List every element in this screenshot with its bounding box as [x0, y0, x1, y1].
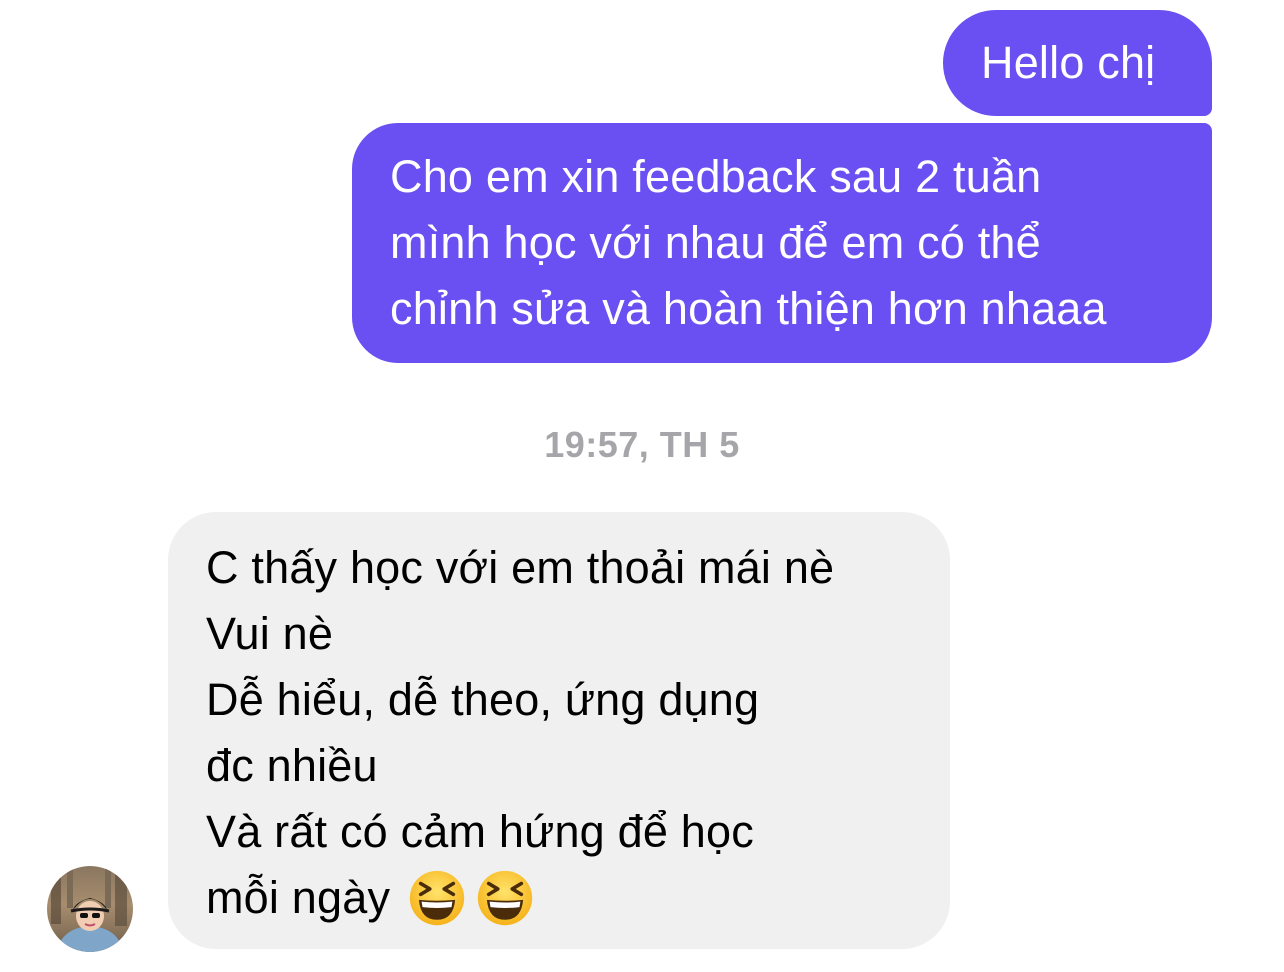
message-text: mình học với nhau để em có thể: [390, 217, 1041, 268]
message-text: Cho em xin feedback sau 2 tuần: [390, 151, 1042, 202]
avatar-photo: [47, 866, 133, 952]
message-text: Vui nè: [206, 608, 334, 659]
sent-message-bubble[interactable]: Hello chị: [943, 10, 1212, 116]
message-text: mỗi ngày: [206, 872, 391, 923]
received-message-bubble[interactable]: C thấy học với em thoải mái nè Vui nè Dễ…: [168, 512, 950, 949]
grinning-squinting-face-icon: [410, 870, 465, 926]
message-text: đc nhiều: [206, 740, 378, 791]
message-text: Hello chị: [981, 37, 1156, 88]
message-text: C thấy học với em thoải mái nè: [206, 542, 835, 593]
message-text: chỉnh sửa và hoàn thiện hơn nhaaa: [390, 283, 1107, 334]
message-timestamp: 19:57, TH 5: [544, 424, 740, 465]
grinning-squinting-face-icon: [478, 870, 533, 926]
message-line-with-emoji: mỗi ngày: [206, 865, 930, 931]
sent-message-bubble[interactable]: Cho em xin feedback sau 2 tuần mình học …: [352, 123, 1212, 363]
message-text: Và rất có cảm hứng để học: [206, 806, 754, 857]
message-text: Dễ hiểu, dễ theo, ứng dụng: [206, 674, 760, 725]
contact-avatar[interactable]: [47, 866, 133, 952]
